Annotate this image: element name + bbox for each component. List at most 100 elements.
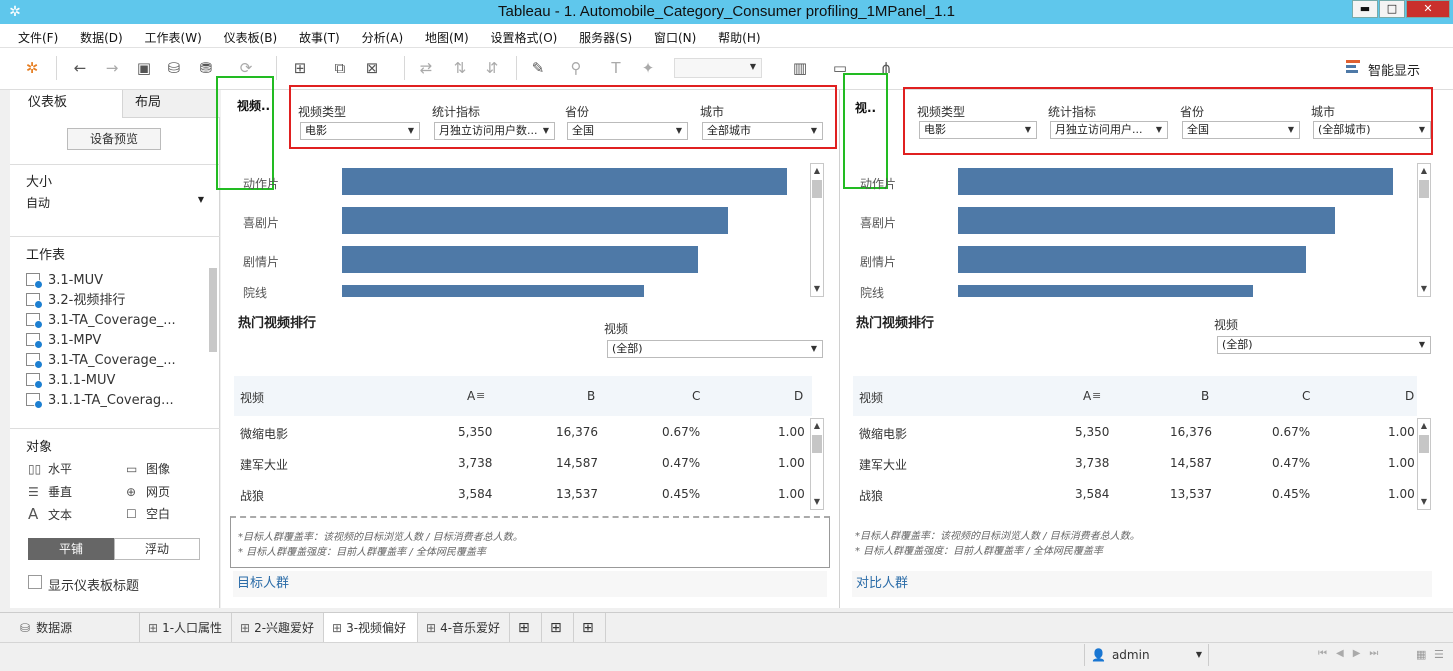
menu-help[interactable]: 帮助(H)	[718, 24, 760, 46]
pin-icon[interactable]: ✦	[638, 58, 658, 78]
smart-display-icon[interactable]	[1346, 59, 1362, 75]
video-type-filter[interactable]: 电影 ▼	[300, 122, 420, 140]
worksheet-item[interactable]: 3.1-TA_Coverage_...	[26, 351, 176, 371]
tableau-logo-icon[interactable]: ✲	[22, 58, 42, 78]
pause-datasource-icon[interactable]: ⛃	[196, 58, 216, 78]
device-preview-button[interactable]: 设备预览	[67, 128, 161, 150]
object-webpage[interactable]: ⊕ 网页	[126, 483, 170, 500]
save-icon[interactable]: ▣	[134, 58, 154, 78]
city-filter[interactable]: 全部城市 ▼	[702, 122, 823, 140]
object-horizontal[interactable]: ▯▯ 水平	[28, 460, 72, 477]
list-view-icon[interactable]: ☰	[1434, 648, 1444, 661]
category-bar[interactable]	[958, 168, 1393, 195]
floating-button[interactable]: 浮动	[114, 538, 200, 560]
scroll-up-icon[interactable]: ▲	[1418, 164, 1430, 178]
scroll-down-icon[interactable]: ▼	[1418, 282, 1430, 296]
duplicate-sheet-icon[interactable]: ⧉	[330, 58, 350, 78]
object-vertical[interactable]: ☰ 垂直	[28, 483, 72, 500]
menu-data[interactable]: 数据(D)	[80, 24, 123, 46]
table-scrollbar[interactable]: ▲ ▼	[810, 418, 824, 510]
menu-server[interactable]: 服务器(S)	[579, 24, 632, 46]
swap-icon[interactable]: ⇄	[416, 58, 436, 78]
scroll-down-icon[interactable]: ▼	[1418, 495, 1430, 509]
undo-icon[interactable]: ←	[70, 58, 90, 78]
scroll-up-icon[interactable]: ▲	[811, 419, 823, 433]
menu-story[interactable]: 故事(T)	[299, 24, 340, 46]
chart-scrollbar[interactable]: ▲ ▼	[1417, 163, 1431, 297]
category-bar[interactable]	[342, 285, 644, 297]
refresh-icon[interactable]: ⟳	[236, 58, 256, 78]
province-filter[interactable]: 全国 ▼	[567, 122, 688, 140]
column-header[interactable]: D	[794, 389, 803, 403]
column-header[interactable]: A	[1083, 389, 1091, 403]
category-bar[interactable]	[342, 246, 698, 273]
tab-layout[interactable]: 布局	[122, 90, 220, 118]
sort-icon[interactable]: ≡	[476, 389, 485, 402]
sheet-navigation[interactable]: ⏮◀▶⏭	[1318, 648, 1387, 659]
scroll-up-icon[interactable]: ▲	[811, 164, 823, 178]
new-worksheet-icon[interactable]: ⊞	[290, 58, 310, 78]
size-dropdown[interactable]: 自动 ▼	[26, 194, 204, 212]
worksheet-item[interactable]: 3.1.1-MUV	[26, 371, 115, 391]
menu-file[interactable]: 文件(F)	[18, 24, 58, 46]
close-button[interactable]: ✕	[1406, 0, 1450, 18]
category-bar[interactable]	[958, 246, 1306, 273]
fit-dropdown[interactable]: ▼	[674, 58, 762, 78]
smart-display-label[interactable]: 智能显示	[1368, 60, 1420, 79]
column-header[interactable]: 视频	[859, 389, 883, 406]
new-datasource-icon[interactable]: ⛁	[164, 58, 184, 78]
new-worksheet-tab-icon[interactable]: ⊞	[510, 613, 542, 643]
tab-music[interactable]: ⊞ 4-音乐爱好	[418, 613, 510, 643]
city-filter[interactable]: (全部城市) ▼	[1313, 121, 1431, 139]
menu-worksheet[interactable]: 工作表(W)	[145, 24, 202, 46]
worksheet-item[interactable]: 3.1-MPV	[26, 331, 101, 351]
video-filter[interactable]: (全部) ▼	[607, 340, 823, 358]
worksheet-item[interactable]: 3.1-TA_Coverage_...	[26, 311, 176, 331]
tab-datasource[interactable]: ⛁ 数据源	[12, 613, 140, 643]
category-bar[interactable]	[958, 285, 1253, 297]
sort-icon[interactable]: ≡	[1092, 389, 1101, 402]
category-bar[interactable]	[342, 207, 728, 234]
menu-analysis[interactable]: 分析(A)	[362, 24, 404, 46]
object-blank[interactable]: ☐ 空白	[126, 505, 170, 522]
object-image[interactable]: ▭ 图像	[126, 460, 170, 477]
scroll-up-icon[interactable]: ▲	[1418, 419, 1430, 433]
video-type-filter[interactable]: 电影 ▼	[919, 121, 1037, 139]
worksheets-scrollbar[interactable]	[209, 268, 217, 352]
column-header[interactable]: C	[1302, 389, 1310, 403]
menu-window[interactable]: 窗口(N)	[654, 24, 696, 46]
sort-asc-icon[interactable]: ⇅	[450, 58, 470, 78]
column-header[interactable]: A	[467, 389, 475, 403]
grid-view-icon[interactable]: ▦	[1416, 648, 1426, 661]
maximize-button[interactable]: □	[1379, 0, 1405, 18]
highlight-icon[interactable]: ✎	[528, 58, 548, 78]
tab-video-preference[interactable]: ⊞ 3-视频偏好	[324, 613, 418, 643]
target-group-link[interactable]: 目标人群	[233, 571, 827, 597]
column-header[interactable]: B	[1201, 389, 1209, 403]
column-header[interactable]: D	[1405, 389, 1414, 403]
scroll-down-icon[interactable]: ▼	[811, 282, 823, 296]
clear-sheet-icon[interactable]: ⊠	[362, 58, 382, 78]
metric-filter[interactable]: 月独立访问用户数... ▼	[434, 122, 555, 140]
minimize-button[interactable]: ▬	[1352, 0, 1378, 18]
tab-dashboard[interactable]: 仪表板	[10, 90, 122, 118]
province-filter[interactable]: 全国 ▼	[1182, 121, 1300, 139]
label-icon[interactable]: T	[606, 58, 626, 78]
group-icon[interactable]: ⚲	[566, 58, 586, 78]
redo-icon[interactable]: →	[102, 58, 122, 78]
new-dashboard-tab-icon[interactable]: ⊞	[542, 613, 574, 643]
worksheet-item[interactable]: 3.2-视频排行	[26, 291, 125, 311]
menu-format[interactable]: 设置格式(O)	[491, 24, 558, 46]
object-text[interactable]: A 文本	[28, 505, 72, 523]
menu-map[interactable]: 地图(M)	[425, 24, 469, 46]
scroll-down-icon[interactable]: ▼	[811, 495, 823, 509]
worksheet-item[interactable]: 3.1-MUV	[26, 271, 103, 291]
category-bar[interactable]	[958, 207, 1335, 234]
metric-filter[interactable]: 月独立访问用户... ▼	[1050, 121, 1168, 139]
show-cards-icon[interactable]: ▥	[790, 58, 810, 78]
chart-scrollbar[interactable]: ▲ ▼	[810, 163, 824, 297]
show-title-checkbox[interactable]	[28, 575, 42, 589]
column-header[interactable]: 视频	[240, 389, 264, 406]
column-header[interactable]: B	[587, 389, 595, 403]
new-story-tab-icon[interactable]: ⊞	[574, 613, 606, 643]
